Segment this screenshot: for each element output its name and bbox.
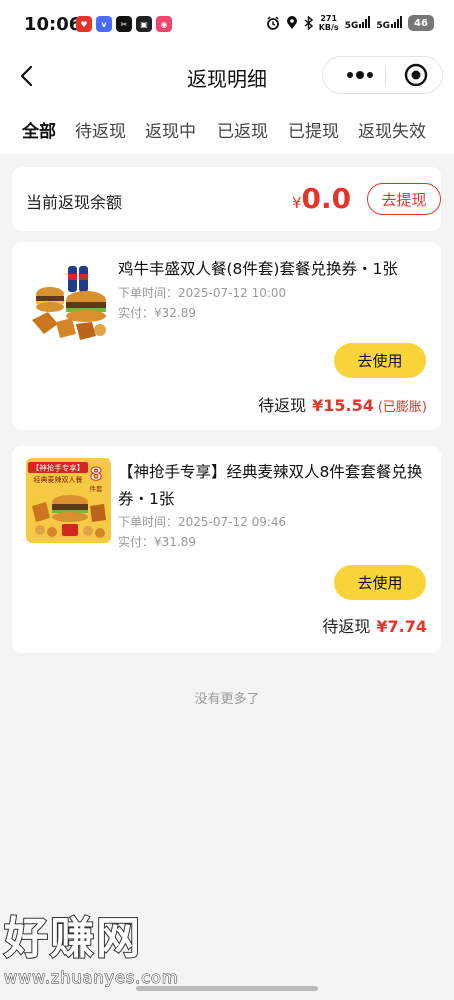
status-time: 10:06 — [24, 14, 82, 35]
balance-value: 0.0 — [301, 182, 352, 215]
order-time-value: 2025-07-12 10:00 — [178, 286, 287, 300]
net-speed-value: 271 — [320, 14, 338, 23]
paid-value: ¥31.89 — [154, 535, 197, 549]
order-title: 【神抢手专享】经典麦辣双人8件套套餐兑换券・1张 — [118, 463, 423, 508]
thumb-unit-text: 件套 — [90, 484, 104, 493]
status-tabs: 全部 待返现 返现中 已返现 已提现 返现失效 — [0, 102, 454, 154]
more-dots-icon — [347, 71, 373, 79]
order-time: 下单时间：2025-07-12 10:00 — [118, 283, 286, 303]
more-button[interactable] — [335, 57, 385, 93]
vivo-app-icon: v — [96, 16, 112, 32]
pending-amount: ¥15.54 — [312, 396, 374, 415]
order-card: 鸡牛丰盛双人餐(8件套)套餐兑换券・1张 下单时间：2025-07-12 10:… — [12, 242, 441, 430]
balance-amount: ¥0.0 — [292, 182, 351, 215]
pending-label: 待返现 — [322, 617, 371, 636]
photo-app-icon: ▣ — [136, 16, 152, 32]
thumb-subtitle-text: 经典麦辣双人餐 — [34, 475, 83, 484]
home-indicator[interactable] — [136, 986, 318, 991]
bluetooth-icon — [304, 16, 313, 30]
order-time: 下单时间：2025-07-12 09:46 — [118, 512, 286, 532]
pending-amount: ¥7.74 — [376, 617, 427, 636]
balance-label: 当前返现余额 — [26, 193, 123, 212]
close-button[interactable] — [393, 57, 439, 93]
tab-withdrawn[interactable]: 已提现 — [288, 117, 339, 142]
tab-expired[interactable]: 返现失效 — [358, 117, 426, 142]
order-time-value: 2025-07-12 09:46 — [178, 515, 287, 529]
order-time-label: 下单时间： — [118, 515, 179, 529]
paid-label: 实付： — [118, 306, 155, 320]
capsule-divider — [385, 66, 386, 84]
order-time-label: 下单时间： — [118, 286, 179, 300]
net-speed-unit: KB/s — [318, 23, 339, 32]
signal-1-label: 5G — [344, 20, 359, 31]
burger-meal-image — [26, 260, 111, 345]
pending-cashback: 待返现 ¥15.54 (已膨胀) — [258, 392, 427, 416]
product-image[interactable]: 【神抢手专享】 经典麦辣双人餐 8 件套 — [26, 458, 111, 543]
tab-all[interactable]: 全部 — [22, 117, 56, 142]
spicy-burger-meal-image: 【神抢手专享】 经典麦辣双人餐 8 件套 — [26, 458, 111, 543]
balance-card: 当前返现余额 ¥0.0 去提现 — [12, 167, 441, 231]
status-bar: 10:06 ♥ v ✂ ▣ ◉ 271 KB/s 5G 5G 46 — [0, 0, 454, 50]
tab-pending[interactable]: 待返现 — [75, 117, 126, 142]
order-card: 【神抢手专享】 经典麦辣双人餐 8 件套 【神抢手专享】经典麦辣双人8件套套餐兑… — [12, 446, 441, 653]
notification-icons: ♥ v ✂ ▣ ◉ — [76, 16, 172, 32]
paid-amount: 实付：¥31.89 — [118, 532, 196, 552]
location-icon — [286, 16, 297, 29]
product-image[interactable] — [26, 260, 111, 345]
signal-2-label: 5G — [376, 20, 390, 31]
net-speed: 271 KB/s — [319, 14, 339, 32]
order-title: 鸡牛丰盛双人餐(8件套)套餐兑换券・1张 — [118, 260, 398, 278]
signal-2: 5G — [376, 15, 402, 31]
pending-cashback: 待返现 ¥7.74 — [322, 613, 427, 637]
paid-label: 实付： — [118, 535, 155, 549]
watermark-logo: 好赚网 www.zhuanyes.com — [3, 912, 204, 992]
mini-program-capsule — [322, 56, 443, 94]
signal-bars-icon — [359, 15, 371, 28]
paid-amount: 实付：¥32.89 — [118, 303, 196, 323]
nav-bar: 返现明细 — [0, 50, 454, 102]
signal-1: 5G — [344, 15, 371, 31]
thumb-number-text: 8 — [90, 464, 103, 485]
signal-bars-icon — [391, 15, 402, 28]
paid-value: ¥32.89 — [154, 306, 197, 320]
thumb-badge-text: 【神抢手专享】 — [32, 463, 85, 473]
tab-in-progress[interactable]: 返现中 — [145, 117, 196, 142]
alarm-icon — [266, 16, 279, 30]
pink-app-icon: ◉ — [156, 16, 172, 32]
boosted-tag: (已膨胀) — [377, 400, 427, 415]
use-button[interactable]: 去使用 — [334, 343, 426, 378]
scissors-app-icon: ✂ — [116, 16, 132, 32]
balance-currency: ¥ — [292, 194, 302, 212]
watermark-brand: 好赚网 — [3, 912, 142, 965]
target-close-icon — [404, 63, 428, 87]
use-button[interactable]: 去使用 — [334, 565, 426, 600]
battery-icon: 46 — [408, 15, 434, 31]
pending-label: 待返现 — [258, 396, 307, 415]
withdraw-button[interactable]: 去提现 — [367, 183, 441, 215]
status-indicators: 271 KB/s 5G 5G 46 — [266, 14, 434, 32]
no-more-text: 没有更多了 — [194, 692, 260, 707]
tab-returned[interactable]: 已返现 — [217, 117, 268, 142]
watermark-url: www.zhuanyes.com — [3, 968, 179, 988]
red-app-icon: ♥ — [76, 16, 92, 32]
